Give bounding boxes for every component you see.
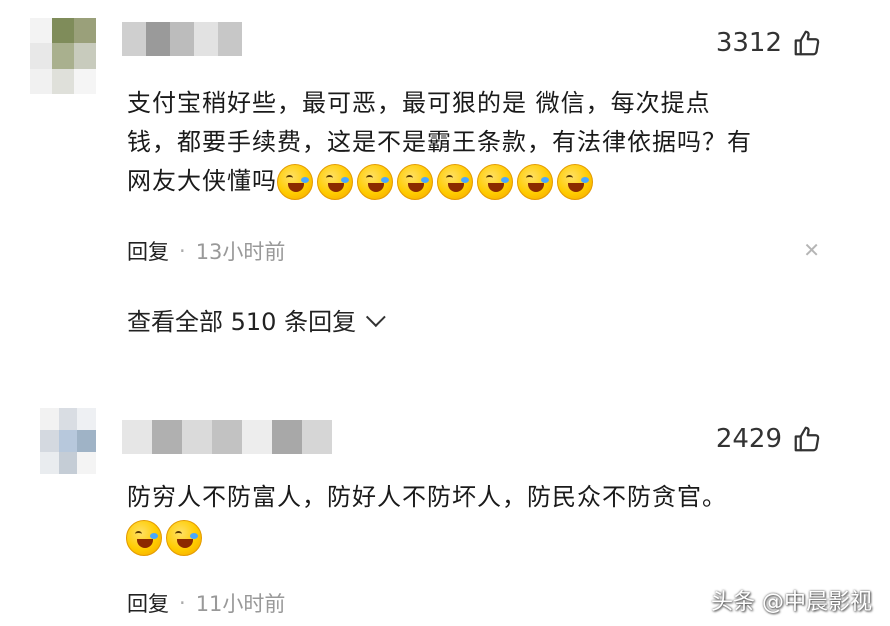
comment-item: 2429 防穷人不防富人，防好人不防坏人，防民众不防贪官。 回复 · 11小时前 bbox=[0, 0, 890, 616]
reply-button[interactable]: 回复 bbox=[127, 588, 169, 618]
avatar[interactable] bbox=[40, 408, 96, 474]
comment-text: 防穷人不防富人，防好人不防坏人，防民众不防贪官。 bbox=[127, 478, 847, 517]
chevron-down-icon bbox=[366, 306, 386, 327]
comment-meta: 回复 · 13小时前 bbox=[127, 236, 285, 266]
watermark: 头条 @中晨影视 bbox=[711, 590, 872, 615]
emoji-group bbox=[126, 520, 202, 556]
timestamp: 13小时前 bbox=[195, 240, 286, 264]
separator: · bbox=[179, 591, 186, 615]
like-button[interactable]: 2429 bbox=[716, 424, 822, 454]
username[interactable] bbox=[122, 420, 332, 454]
laugh-cry-emoji bbox=[166, 520, 202, 556]
comment-meta: 回复 · 11小时前 bbox=[127, 588, 285, 618]
timestamp: 11小时前 bbox=[195, 592, 286, 616]
view-all-replies-label: 查看全部 510 条回复 bbox=[127, 308, 357, 336]
comment-text-line: 防穷人不防富人，防好人不防坏人，防民众不防贪官。 bbox=[127, 483, 727, 511]
thumbs-up-icon bbox=[794, 426, 820, 452]
separator: · bbox=[179, 239, 186, 263]
laugh-cry-emoji bbox=[126, 520, 162, 556]
view-all-replies-button[interactable]: 查看全部 510 条回复 bbox=[127, 302, 386, 337]
close-icon[interactable]: ✕ bbox=[803, 238, 820, 262]
reply-button[interactable]: 回复 bbox=[127, 236, 169, 266]
like-count: 2429 bbox=[715, 424, 782, 454]
